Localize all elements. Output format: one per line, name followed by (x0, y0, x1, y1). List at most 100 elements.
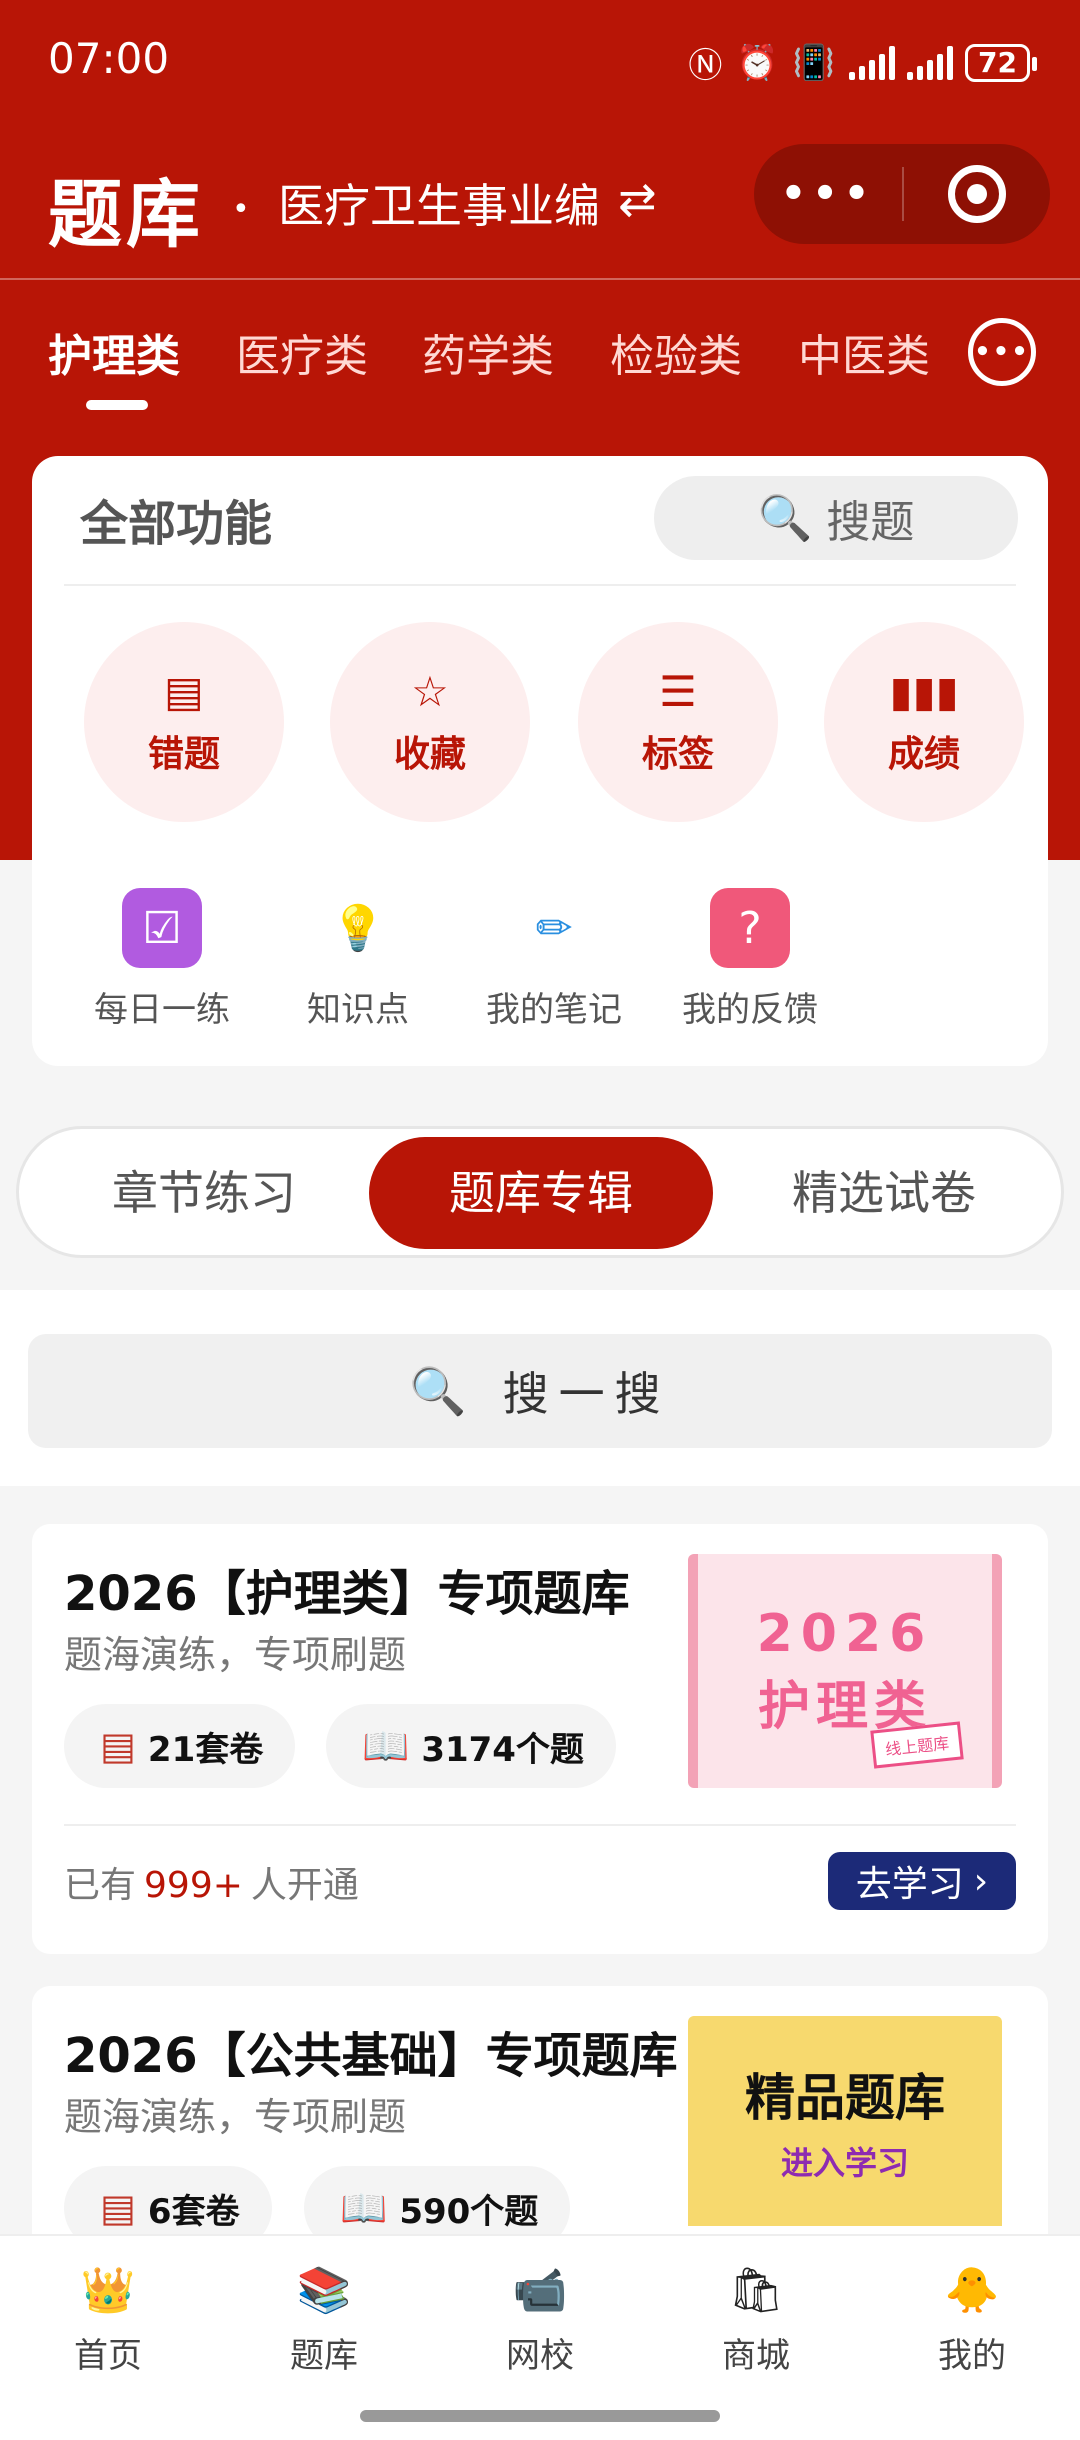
search-bar-icon: 🔍 (409, 1363, 477, 1418)
go-study-button[interactable]: 去学习 › (828, 1852, 1016, 1910)
book-icon: 📖 (362, 1723, 410, 1768)
status-bar: 07:00 Ⓝ ⏰ 📳 72 (0, 0, 1080, 120)
battery-indicator: 72 (965, 43, 1037, 82)
search-questions-button[interactable]: 🔍 搜题 (654, 476, 1018, 560)
tags-button[interactable]: ☰ 标签 (578, 622, 778, 822)
status-time: 07:00 (48, 34, 170, 83)
wrong-questions-button[interactable]: ▤ 错题 (84, 622, 284, 822)
my-notes-label: 我的笔记 (486, 990, 622, 1030)
product-title: 2026【护理类】专项题库 (64, 1566, 630, 1622)
segment-selected-papers[interactable]: 精选试卷 (719, 1137, 1049, 1249)
product-subtitle: 题海演练，专项刷题 (64, 2095, 407, 2139)
nav-profile[interactable]: 🐥 我的 (892, 2264, 1052, 2377)
miniprogram-capsule: ••• (754, 144, 1050, 244)
search-bar[interactable]: 🔍 搜一搜 (28, 1334, 1052, 1448)
product-cover-image: 2026 护理类 线上题库 (688, 1554, 1002, 1788)
sets-count-pill: ▤ 21套卷 (64, 1704, 296, 1788)
segment-question-bank-album[interactable]: 题库专辑 (369, 1137, 713, 1249)
cover-year: 2026 (756, 1603, 934, 1664)
more-categories-icon[interactable]: ••• (968, 318, 1036, 386)
daily-practice-label: 每日一练 (94, 990, 230, 1030)
books-icon: 📚 (296, 2265, 352, 2316)
chevron-right-icon: › (973, 1860, 989, 1902)
scores-label: 成绩 (887, 734, 960, 775)
star-icon: ☆ (411, 667, 449, 716)
tab-pharmacy[interactable]: 药学类 (422, 320, 554, 384)
favorites-button[interactable]: ☆ 收藏 (330, 622, 530, 822)
functions-card: 全部功能 🔍 搜题 ▤ 错题 ☆ 收藏 ☰ 标签 ▮▮▮ 成绩 ☑ 每日一练 💡… (32, 456, 1048, 1066)
document-icon: ▤ (100, 1724, 136, 1768)
pencil-icon: ✏ (535, 902, 573, 954)
cover-tag: 线上题库 (870, 1721, 964, 1769)
nfc-icon: Ⓝ (688, 46, 723, 86)
product-title: 2026【公共基础】专项题库 (64, 2028, 678, 2084)
product-card[interactable]: 2026【护理类】专项题库 题海演练，专项刷题 ▤ 21套卷 📖 3174个题 … (32, 1524, 1048, 1954)
product-cover-image: 精品题库 进入学习 (688, 2016, 1002, 2226)
sets-count: 21套卷 (147, 1729, 264, 1770)
crown-icon: 👑 (80, 2265, 136, 2316)
bar-chart-icon: ▮▮▮ (889, 667, 959, 716)
questions-count-pill: 📖 3174个题 (326, 1704, 616, 1788)
knowledge-points-button[interactable]: 💡 知识点 (268, 888, 448, 1031)
switch-exam-icon[interactable]: ⇄ (618, 172, 657, 226)
my-feedback-label: 我的反馈 (682, 990, 818, 1030)
scores-button[interactable]: ▮▮▮ 成绩 (824, 622, 1024, 822)
book-icon: 📖 (340, 2185, 388, 2230)
more-menu-button[interactable]: ••• (754, 171, 902, 217)
close-miniprogram-button[interactable] (904, 165, 1050, 223)
video-camera-icon: 📹 (512, 2265, 568, 2316)
knowledge-points-label: 知识点 (307, 990, 409, 1030)
count-value: 999+ (144, 1865, 243, 1906)
search-bar-label: 搜一搜 (502, 1367, 671, 1421)
my-notes-button[interactable]: ✏ 我的笔记 (464, 888, 644, 1031)
nav-home-label: 首页 (74, 2336, 142, 2376)
search-questions-label: 搜题 (826, 497, 915, 548)
header-divider (0, 278, 1080, 280)
subscriber-count: 已有 999+ 人开通 (64, 1856, 359, 1908)
nav-home[interactable]: 👑 首页 (28, 2264, 188, 2377)
nav-mall-label: 商城 (722, 2336, 790, 2376)
exam-selector[interactable]: 医疗卫生事业编 (278, 170, 600, 236)
questions-count: 3174个题 (421, 1729, 584, 1770)
questions-count: 590个题 (399, 2191, 539, 2232)
nav-profile-label: 我的 (938, 2336, 1006, 2376)
tab-laboratory[interactable]: 检验类 (610, 320, 742, 384)
nav-question-bank[interactable]: 📚 题库 (244, 2264, 404, 2377)
wrong-questions-label: 错题 (147, 734, 220, 775)
count-prefix: 已有 (64, 1865, 137, 1906)
segment-chapter-practice[interactable]: 章节练习 (39, 1137, 369, 1249)
functions-title: 全部功能 (80, 496, 273, 552)
nav-online-school-label: 网校 (506, 2336, 574, 2376)
tab-tcm[interactable]: 中医类 (798, 320, 930, 384)
shopping-bag-icon: 🛍 (728, 2265, 784, 2316)
category-tabs: 护理类 医疗类 药学类 检验类 中医类 ••• (0, 290, 1080, 410)
sets-count: 6套卷 (147, 2191, 240, 2232)
my-feedback-button[interactable]: ? 我的反馈 (660, 888, 840, 1031)
go-study-label: 去学习 (855, 1864, 964, 1905)
product-subtitle: 题海演练，专项刷题 (64, 1633, 407, 1677)
tab-medical[interactable]: 医疗类 (236, 320, 368, 384)
section-segmented-control: 章节练习 题库专辑 精选试卷 (16, 1126, 1064, 1258)
cover-subtitle: 进入学习 (780, 2144, 909, 2182)
cover-title: 精品题库 (745, 2069, 945, 2127)
nav-question-bank-label: 题库 (290, 2336, 358, 2376)
tab-nursing[interactable]: 护理类 (48, 320, 180, 410)
feedback-icon: ? (710, 888, 790, 968)
status-icons: Ⓝ ⏰ 📳 72 (688, 38, 1037, 87)
lightbulb-icon: 💡 (330, 903, 386, 954)
nav-online-school[interactable]: 📹 网校 (460, 2264, 620, 2377)
home-indicator[interactable] (360, 2410, 720, 2422)
app-header: 题库 • 医疗卫生事业编 ⇄ ••• (0, 130, 1080, 270)
daily-practice-button[interactable]: ☑ 每日一练 (72, 888, 252, 1031)
search-section: 🔍 搜一搜 (0, 1290, 1080, 1486)
signal-icon (849, 45, 896, 80)
chick-avatar-icon: 🐥 (944, 2265, 1000, 2316)
target-icon (948, 165, 1006, 223)
search-icon: 🔍 (757, 493, 813, 544)
wrong-list-icon: ▤ (164, 667, 204, 716)
functions-divider (64, 584, 1016, 586)
count-suffix: 人开通 (250, 1865, 359, 1906)
signal-icon-2 (907, 45, 954, 80)
alarm-icon: ⏰ (736, 42, 779, 83)
nav-mall[interactable]: 🛍 商城 (676, 2264, 836, 2377)
